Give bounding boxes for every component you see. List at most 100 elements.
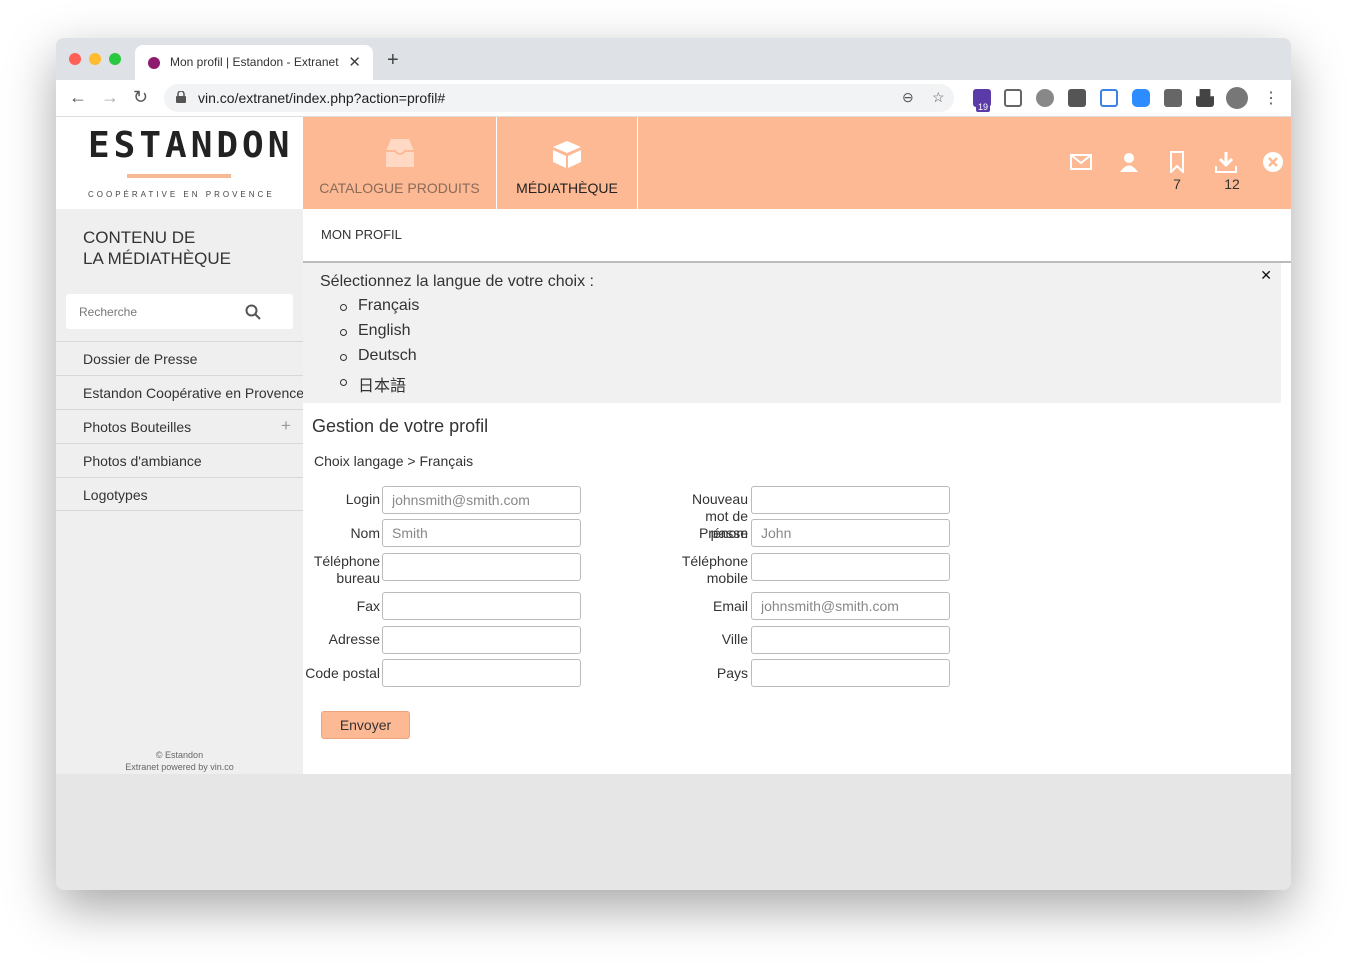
sidebar-item-estandon-cooperative[interactable]: Estandon Coopérative en Provence <box>56 375 305 409</box>
profile-avatar[interactable] <box>1226 87 1248 109</box>
box-icon <box>553 141 581 168</box>
address-bar[interactable]: vin.co/extranet/index.php?action=profil#… <box>164 84 954 112</box>
pocket-icon[interactable] <box>1004 89 1022 107</box>
sidebar-title: CONTENU DE LA MÉDIATHÈQUE <box>83 227 231 269</box>
close-circle-icon[interactable] <box>1262 151 1284 173</box>
extension-circle-icon[interactable] <box>1036 89 1054 107</box>
form-title: Gestion de votre profil <box>312 416 489 436</box>
sidebar-item-label: Logotypes <box>83 487 148 503</box>
language-label: Français <box>358 297 420 314</box>
sidebar-item-photos-bouteilles[interactable]: Photos Bouteilles + <box>56 409 303 443</box>
extension-badge: 19 <box>976 102 991 112</box>
bullet-icon <box>340 329 347 336</box>
minimize-window-button[interactable] <box>89 53 101 65</box>
lock-icon <box>176 91 186 103</box>
browser-menu-icon[interactable]: ⋮ <box>1263 88 1279 108</box>
nom-label: Nom <box>350 525 380 541</box>
code-postal-input[interactable] <box>382 659 581 687</box>
mail-icon[interactable] <box>1070 151 1092 173</box>
top-navigation: CATALOGUE PRODUITS MÉDIATHÈQUE 7 12 <box>303 117 1291 209</box>
back-arrow-icon[interactable]: ← <box>69 87 87 108</box>
language-option-japanese[interactable]: 日本語 <box>340 372 419 397</box>
logo-name: ESTANDON <box>88 125 294 166</box>
extensions-puzzle-icon[interactable] <box>1196 89 1214 107</box>
pays-input[interactable] <box>751 659 950 687</box>
submit-button[interactable]: Envoyer <box>321 711 410 739</box>
tab-title: Mon profil | Estandon - Extranet <box>170 55 339 69</box>
adresse-label: Adresse <box>328 631 380 647</box>
ville-label: Ville <box>721 631 748 647</box>
sidebar-item-label: Estandon Coopérative en Provence <box>83 385 305 401</box>
prenom-label: Prénom <box>698 525 748 541</box>
fax-input[interactable] <box>382 592 581 620</box>
tel-mobile-label: Téléphone mobile <box>681 553 748 586</box>
tel-mobile-input[interactable] <box>751 553 950 581</box>
inbox-icon <box>386 139 414 167</box>
user-icon[interactable] <box>1118 151 1140 173</box>
pays-label: Pays <box>716 665 748 681</box>
sidebar-item-label: Photos d'ambiance <box>83 453 202 469</box>
expand-plus-icon[interactable]: + <box>281 416 291 436</box>
tab-favicon-icon <box>148 57 160 69</box>
sidebar-item-dossier-de-presse[interactable]: Dossier de Presse <box>56 341 303 375</box>
language-label: 日本語 <box>358 378 407 395</box>
download-icon[interactable] <box>1215 151 1237 173</box>
adresse-input[interactable] <box>382 626 581 654</box>
sidebar-item-logotypes[interactable]: Logotypes <box>56 477 303 511</box>
close-window-button[interactable] <box>69 53 81 65</box>
language-option-deutsch[interactable]: Deutsch <box>340 347 419 372</box>
breadcrumb: MON PROFIL <box>321 227 402 242</box>
new-tab-icon[interactable]: + <box>387 49 399 72</box>
tab-mediatheque[interactable]: MÉDIATHÈQUE <box>497 117 638 209</box>
url-text: vin.co/extranet/index.php?action=profil# <box>198 90 446 106</box>
tel-bureau-input[interactable] <box>382 553 581 581</box>
tel-bureau-label: Téléphone bureau <box>313 553 380 586</box>
sidebar-item-label: Dossier de Presse <box>83 351 198 367</box>
sidebar-footer: © Estandon Extranet powered by vin.co <box>56 749 303 773</box>
close-tab-icon[interactable]: ✕ <box>348 53 361 71</box>
nom-input[interactable] <box>382 519 581 547</box>
logo-underline <box>127 174 231 178</box>
language-prompt: Sélectionnez la langue de votre choix : <box>320 273 594 290</box>
sidebar-search[interactable]: Recherche <box>66 294 293 329</box>
language-option-english[interactable]: English <box>340 322 419 347</box>
search-placeholder: Recherche <box>79 305 138 319</box>
ville-input[interactable] <box>751 626 950 654</box>
forward-arrow-icon[interactable]: → <box>101 87 119 108</box>
email-input[interactable] <box>751 592 950 620</box>
extension-filter-icon[interactable] <box>1068 89 1086 107</box>
tab-catalogue-label: CATALOGUE PRODUITS <box>319 180 480 196</box>
tab-catalogue-produits[interactable]: CATALOGUE PRODUITS <box>303 117 497 209</box>
copyright-text: © Estandon <box>155 750 204 760</box>
extension-hubspot-icon[interactable] <box>1164 89 1182 107</box>
bullet-icon <box>340 304 347 311</box>
login-input[interactable] <box>382 486 581 514</box>
browser-window: Mon profil | Estandon - Extranet ✕ + ← →… <box>56 38 1291 890</box>
bullet-icon <box>340 354 347 361</box>
powered-by-text: Extranet powered by vin.co <box>125 762 234 772</box>
language-choice: Choix langage > Français <box>314 453 474 469</box>
search-icon[interactable] <box>245 304 261 320</box>
browser-toolbar: ← → ↻ vin.co/extranet/index.php?action=p… <box>56 80 1291 117</box>
main-content: MON PROFIL Sélectionnez la langue de vot… <box>303 209 1291 774</box>
sidebar-item-label: Photos Bouteilles <box>83 419 192 435</box>
zoom-icon[interactable]: ⊖ <box>902 89 914 106</box>
zoom-extension-icon[interactable] <box>1132 89 1150 107</box>
downloads-count: 12 <box>1224 176 1240 192</box>
close-icon[interactable]: ✕ <box>1260 267 1272 284</box>
sidebar-item-photos-ambiance[interactable]: Photos d'ambiance <box>56 443 303 477</box>
fax-label: Fax <box>356 598 380 614</box>
bookmark-star-icon[interactable]: ☆ <box>932 89 945 106</box>
maximize-window-button[interactable] <box>109 53 121 65</box>
bookmark-icon[interactable] <box>1166 151 1188 173</box>
new-password-input[interactable] <box>751 486 950 514</box>
reload-icon[interactable]: ↻ <box>133 87 148 108</box>
site-logo[interactable]: ESTANDON COOPÉRATIVE EN PROVENCE <box>56 117 303 209</box>
bookmarks-count: 7 <box>1173 176 1181 192</box>
prenom-input[interactable] <box>751 519 950 547</box>
sidebar: CONTENU DE LA MÉDIATHÈQUE Recherche Doss… <box>56 209 305 774</box>
language-list: Français English Deutsch 日本語 <box>340 297 419 397</box>
extension-translate-icon[interactable] <box>1100 89 1118 107</box>
browser-tab[interactable]: Mon profil | Estandon - Extranet ✕ <box>135 45 373 80</box>
language-option-francais[interactable]: Français <box>340 297 419 322</box>
